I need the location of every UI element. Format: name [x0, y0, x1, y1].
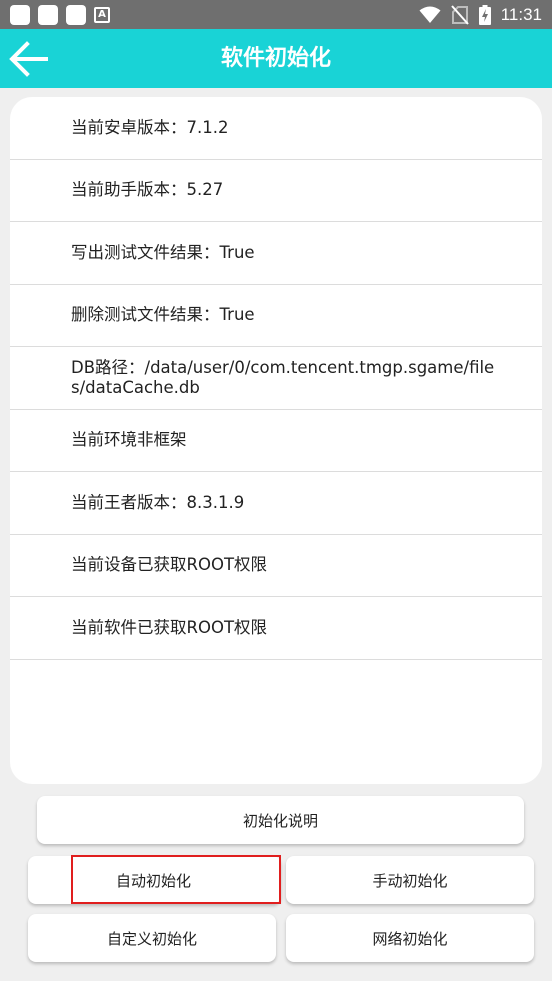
init-explain-button[interactable]: 初始化说明 — [37, 796, 524, 844]
notification-icons: A — [10, 4, 110, 25]
info-android-version: 当前安卓版本：7.1.2 — [10, 97, 542, 160]
a-icon: A — [94, 6, 110, 23]
info-list: 当前安卓版本：7.1.2 当前助手版本：5.27 写出测试文件结果：True 删… — [10, 97, 542, 660]
info-write-test-result: 写出测试文件结果：True — [10, 222, 542, 285]
network-init-button[interactable]: 网络初始化 — [286, 914, 534, 962]
info-app-root: 当前软件已获取ROOT权限 — [10, 597, 542, 660]
custom-init-label: 自定义初始化 — [106, 929, 197, 948]
battery-charging-icon — [478, 4, 491, 25]
manual-init-label: 手动初始化 — [372, 871, 448, 890]
info-device-root: 当前设备已获取ROOT权限 — [10, 535, 542, 597]
info-environment: 当前环境非框架 — [10, 410, 542, 472]
status-bar: A 11:31 — [0, 0, 552, 29]
arrow-left-icon — [9, 41, 48, 77]
app-square-icon — [38, 4, 58, 25]
info-card: 当前安卓版本：7.1.2 当前助手版本：5.27 写出测试文件结果：True 删… — [10, 97, 542, 784]
app-square-icon — [66, 4, 86, 25]
clock-time: 11:31 — [500, 4, 542, 24]
info-db-path: DB路径：/data/user/0/com.tencent.tmgp.sgame… — [10, 347, 542, 410]
network-init-label: 网络初始化 — [372, 929, 448, 948]
manual-init-button[interactable]: 手动初始化 — [286, 856, 534, 904]
custom-init-button[interactable]: 自定义初始化 — [28, 914, 276, 962]
system-icons: 11:31 — [419, 4, 542, 25]
page-title: 软件初始化 — [220, 46, 331, 71]
info-game-version: 当前王者版本：8.3.1.9 — [10, 472, 542, 535]
auto-init-button[interactable]: 自动初始化 — [28, 856, 281, 904]
wifi-icon — [419, 6, 441, 23]
back-button[interactable] — [6, 38, 50, 80]
auto-init-label: 自动初始化 — [116, 871, 192, 890]
app-square-icon — [10, 4, 30, 25]
info-delete-test-result: 删除测试文件结果：True — [10, 285, 542, 347]
info-assistant-version: 当前助手版本：5.27 — [10, 160, 542, 222]
no-sim-icon — [450, 4, 469, 25]
title-bar: 软件初始化 — [0, 29, 552, 88]
init-explain-label: 初始化说明 — [242, 811, 318, 830]
